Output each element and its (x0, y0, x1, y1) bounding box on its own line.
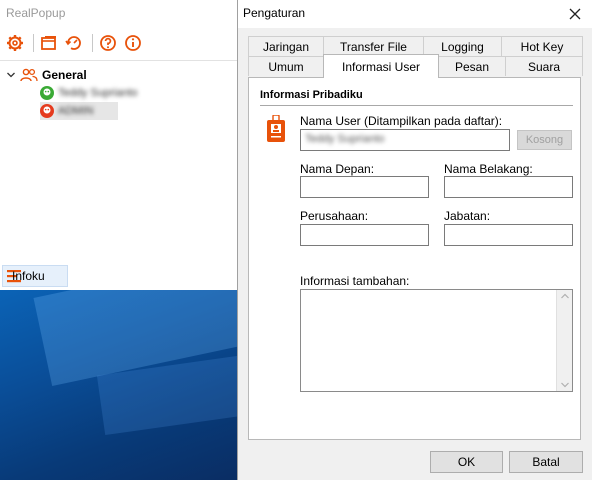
list-item-user[interactable]: Teddy Suprianto (4, 84, 234, 102)
ok-button[interactable]: OK (430, 451, 503, 473)
help-icon[interactable] (97, 32, 119, 54)
list-item-user[interactable]: ADMIN (40, 102, 118, 120)
username-label: Nama User (Ditampilkan pada daftar): (300, 114, 503, 128)
extra-info-label: Informasi tambahan: (300, 274, 410, 288)
group-icon (20, 68, 38, 82)
desktop-background (0, 290, 240, 480)
settings-dialog: Pengaturan Jaringan Transfer File Loggin… (237, 0, 592, 480)
gear-icon[interactable] (4, 32, 26, 54)
username-field[interactable]: Teddy Suprianto (300, 129, 510, 151)
toolbar-separator (92, 34, 93, 52)
cancel-button[interactable]: Batal (509, 451, 583, 473)
away-avatar-icon (40, 104, 54, 118)
window-title: RealPopup (6, 6, 66, 20)
tab-suara[interactable]: Suara (505, 56, 583, 76)
tabs-row-2: Umum Informasi User Pesan Suara (248, 54, 583, 78)
user-name: ADMIN (58, 105, 94, 117)
tab-panel-informasi-user: Informasi Pribadiku Nama User (Ditampilk… (248, 77, 581, 440)
toolbar-divider (0, 60, 240, 61)
scrollbar[interactable] (556, 290, 572, 391)
extra-info-textarea[interactable] (300, 289, 573, 392)
section-title: Informasi Pribadiku (260, 89, 363, 101)
chevron-down-icon[interactable] (6, 70, 16, 80)
username-value: Teddy Suprianto (305, 133, 385, 145)
id-badge-icon (267, 115, 285, 142)
company-label: Perusahaan: (300, 209, 369, 223)
tab-logging[interactable]: Logging (423, 36, 502, 56)
tab-pesan[interactable]: Pesan (438, 56, 506, 76)
toolbar (4, 32, 147, 54)
infoku-label: Infoku (12, 269, 45, 283)
toolbar-separator (33, 34, 34, 52)
clear-button[interactable]: Kosong (517, 130, 572, 150)
close-icon[interactable] (565, 4, 585, 24)
section-divider (260, 105, 573, 106)
infoku-button[interactable]: Infoku (2, 265, 68, 287)
contact-tree: General Teddy Suprianto ADMIN (4, 66, 234, 120)
tabs-row-1: Jaringan Transfer File Logging Hot Key (248, 36, 583, 56)
tab-umum[interactable]: Umum (248, 56, 324, 76)
tree-group-general[interactable]: General (4, 66, 234, 84)
dialog-title: Pengaturan (243, 6, 306, 20)
first-name-label: Nama Depan: (300, 162, 375, 176)
tab-informasi-user[interactable]: Informasi User (323, 54, 439, 78)
tab-transfer-file[interactable]: Transfer File (323, 36, 424, 56)
refresh-icon[interactable] (63, 32, 85, 54)
last-name-field[interactable] (444, 176, 573, 198)
dialog-titlebar: Pengaturan (238, 0, 592, 28)
tab-jaringan[interactable]: Jaringan (248, 36, 324, 56)
window-icon[interactable] (38, 32, 60, 54)
tab-hot-key[interactable]: Hot Key (501, 36, 583, 56)
info-icon[interactable] (122, 32, 144, 54)
company-field[interactable] (300, 224, 429, 246)
realpopup-window: RealPopup General Teddy Suprianto ADMIN … (0, 0, 240, 290)
job-title-field[interactable] (444, 224, 573, 246)
online-avatar-icon (40, 86, 54, 100)
job-title-label: Jabatan: (444, 209, 491, 223)
first-name-field[interactable] (300, 176, 429, 198)
last-name-label: Nama Belakang: (444, 162, 533, 176)
group-label: General (42, 68, 87, 82)
user-name: Teddy Suprianto (58, 87, 138, 99)
